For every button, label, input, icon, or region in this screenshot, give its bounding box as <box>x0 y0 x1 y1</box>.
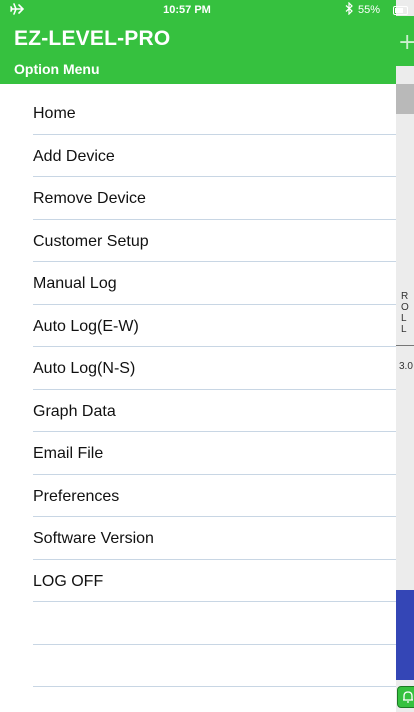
app-title: EZ-LEVEL-PRO <box>14 27 171 50</box>
menu-item-customer-setup[interactable]: Customer Setup <box>0 220 396 263</box>
background-action-button[interactable] <box>397 686 414 708</box>
menu-item-empty <box>0 602 396 645</box>
menu-item-label: Manual Log <box>33 275 117 292</box>
menu-item-email-file[interactable]: Email File <box>0 432 396 475</box>
menu-item-label: Email File <box>33 445 104 462</box>
menu-item-graph-data[interactable]: Graph Data <box>0 390 396 433</box>
battery-icon <box>393 6 408 15</box>
option-menu-drawer: EZ-LEVEL-PRO Option Menu Home Add Device… <box>0 0 396 712</box>
background-bar <box>396 84 414 114</box>
menu-item-add-device[interactable]: Add Device <box>0 135 396 178</box>
background-blue-panel <box>396 590 414 680</box>
bluetooth-icon <box>345 2 353 15</box>
menu-item-remove-device[interactable]: Remove Device <box>0 177 396 220</box>
menu-item-label: Software Version <box>33 530 154 547</box>
menu-item-label: Preferences <box>33 487 120 505</box>
menu-item-auto-log-ns[interactable]: Auto Log(N-S) <box>0 347 396 390</box>
background-divider <box>396 345 414 346</box>
option-menu-list: Home Add Device Remove Device Customer S… <box>0 92 396 687</box>
menu-item-label: LOG OFF <box>33 572 104 590</box>
menu-item-label: Add Device <box>33 147 115 165</box>
bell-icon <box>403 691 413 703</box>
status-bar: 10:57 PM 55% <box>0 0 414 20</box>
background-screen: + ROLL 3.0 <box>396 0 414 712</box>
menu-item-label: Remove Device <box>33 190 146 207</box>
menu-item-preferences[interactable]: Preferences <box>0 475 396 518</box>
menu-item-label: Auto Log(E-W) <box>33 317 139 335</box>
menu-item-software-version[interactable]: Software Version <box>0 517 396 560</box>
menu-item-label: Graph Data <box>33 402 116 420</box>
menu-item-manual-log[interactable]: Manual Log <box>0 262 396 305</box>
menu-item-label: Customer Setup <box>33 232 149 250</box>
menu-item-empty <box>0 645 396 688</box>
menu-item-log-off[interactable]: LOG OFF <box>0 560 396 603</box>
menu-item-label: Auto Log(N-S) <box>33 360 136 377</box>
menu-item-home[interactable]: Home <box>0 92 396 135</box>
background-column-letters: ROLL <box>401 291 409 335</box>
battery-percent: 55% <box>358 4 381 16</box>
add-icon[interactable]: + <box>398 32 414 54</box>
menu-item-label: Home <box>33 105 76 122</box>
menu-item-auto-log-ew[interactable]: Auto Log(E-W) <box>0 305 396 348</box>
drawer-subtitle: Option Menu <box>14 61 100 77</box>
background-value: 3.0 <box>399 361 413 372</box>
